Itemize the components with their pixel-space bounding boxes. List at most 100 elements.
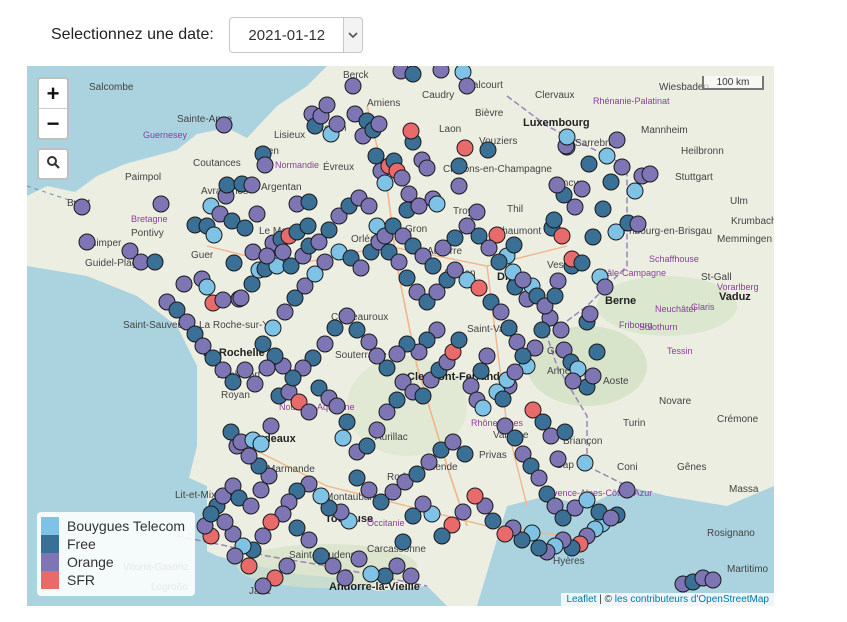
operator-marker[interactable]	[444, 433, 462, 451]
leaflet-link[interactable]: Leaflet	[566, 594, 596, 605]
operator-marker[interactable]	[73, 198, 91, 216]
operator-marker[interactable]	[594, 200, 612, 218]
operator-marker[interactable]	[480, 239, 498, 257]
operator-marker[interactable]	[588, 343, 606, 361]
operator-marker[interactable]	[598, 147, 616, 165]
operator-marker[interactable]	[402, 122, 420, 140]
operator-marker[interactable]	[450, 177, 468, 195]
operator-marker[interactable]	[316, 253, 334, 271]
operator-marker[interactable]	[152, 195, 170, 213]
operator-marker[interactable]	[549, 272, 567, 290]
map-view[interactable]: Salcombe Berck Amiens Caudry Valcourt Wiesbad…	[27, 66, 774, 606]
operator-marker[interactable]	[224, 373, 242, 391]
operator-marker[interactable]	[542, 427, 560, 445]
operator-marker[interactable]	[276, 303, 294, 321]
operator-marker[interactable]	[254, 335, 272, 353]
operator-marker[interactable]	[474, 399, 492, 417]
search-button[interactable]	[37, 148, 69, 180]
operator-marker[interactable]	[618, 481, 636, 499]
operator-marker[interactable]	[202, 505, 220, 523]
operator-marker[interactable]	[78, 233, 96, 251]
operator-marker[interactable]	[553, 227, 571, 245]
operator-marker[interactable]	[629, 215, 647, 233]
operator-marker[interactable]	[246, 375, 264, 393]
operator-marker[interactable]	[198, 278, 216, 296]
operator-marker[interactable]	[336, 569, 354, 587]
operator-marker[interactable]	[368, 347, 386, 365]
operator-marker[interactable]	[450, 157, 468, 175]
operator-marker[interactable]	[492, 303, 510, 321]
zoom-in-button[interactable]: +	[39, 79, 67, 108]
operator-marker[interactable]	[494, 390, 512, 408]
operator-marker[interactable]	[393, 169, 411, 187]
operator-marker[interactable]	[549, 450, 567, 468]
operator-marker[interactable]	[506, 363, 524, 381]
operator-marker[interactable]	[215, 116, 233, 134]
operator-marker[interactable]	[324, 557, 342, 575]
operator-marker[interactable]	[514, 347, 532, 365]
operator-marker[interactable]	[404, 66, 422, 83]
operator-marker[interactable]	[432, 66, 450, 79]
operator-marker[interactable]	[573, 180, 591, 198]
operator-marker[interactable]	[545, 211, 563, 229]
operator-marker[interactable]	[367, 147, 385, 165]
operator-marker[interactable]	[175, 275, 193, 293]
operator-marker[interactable]	[328, 397, 346, 415]
operator-marker[interactable]	[548, 176, 566, 194]
operator-marker[interactable]	[326, 319, 344, 337]
operator-marker[interactable]	[388, 345, 406, 363]
operator-marker[interactable]	[584, 367, 602, 385]
operator-marker[interactable]	[243, 176, 261, 194]
operator-marker[interactable]	[581, 305, 599, 323]
operator-marker[interactable]	[288, 519, 306, 537]
operator-marker[interactable]	[300, 193, 318, 211]
operator-marker[interactable]	[608, 131, 626, 149]
operator-marker[interactable]	[420, 453, 438, 471]
osm-link[interactable]: les contributeurs d'OpenStreetMap	[615, 594, 769, 605]
operator-marker[interactable]	[318, 96, 336, 114]
operator-marker[interactable]	[505, 236, 523, 254]
operator-marker[interactable]	[418, 159, 436, 177]
operator-marker[interactable]	[596, 278, 614, 296]
operator-marker[interactable]	[216, 513, 234, 531]
operator-marker[interactable]	[218, 176, 236, 194]
operator-marker[interactable]	[328, 115, 346, 133]
operator-marker[interactable]	[236, 361, 254, 379]
operator-marker[interactable]	[312, 487, 330, 505]
operator-marker[interactable]	[558, 128, 576, 146]
operator-marker[interactable]	[456, 139, 474, 157]
operator-marker[interactable]	[388, 391, 406, 409]
operator-marker[interactable]	[450, 331, 468, 349]
operator-marker[interactable]	[580, 155, 598, 173]
operator-marker[interactable]	[360, 481, 378, 499]
operator-marker[interactable]	[479, 141, 497, 159]
operator-marker[interactable]	[472, 362, 490, 380]
zoom-out-button[interactable]: −	[39, 108, 67, 138]
operator-marker[interactable]	[552, 321, 570, 339]
operator-marker[interactable]	[428, 195, 446, 213]
operator-marker[interactable]	[274, 243, 292, 261]
operator-marker[interactable]	[360, 197, 378, 215]
operator-marker[interactable]	[376, 567, 394, 585]
operator-marker[interactable]	[350, 550, 368, 568]
operator-marker[interactable]	[564, 372, 582, 390]
operator-marker[interactable]	[300, 403, 318, 421]
operator-marker[interactable]	[146, 253, 164, 271]
operator-marker[interactable]	[398, 269, 416, 287]
operator-marker[interactable]	[456, 445, 474, 463]
operator-marker[interactable]	[256, 156, 274, 174]
operator-marker[interactable]	[348, 321, 366, 339]
operator-marker[interactable]	[533, 321, 551, 339]
operator-marker[interactable]	[402, 567, 420, 585]
operator-marker[interactable]	[376, 174, 394, 192]
chevron-down-icon[interactable]	[342, 17, 363, 53]
operator-marker[interactable]	[352, 259, 370, 277]
operator-marker[interactable]	[404, 507, 422, 525]
operator-marker[interactable]	[278, 557, 296, 575]
operator-marker[interactable]	[500, 319, 518, 337]
operator-marker[interactable]	[566, 198, 584, 216]
operator-marker[interactable]	[578, 491, 596, 509]
operator-marker[interactable]	[214, 291, 232, 309]
operator-marker[interactable]	[546, 287, 564, 305]
operator-marker[interactable]	[242, 497, 260, 515]
